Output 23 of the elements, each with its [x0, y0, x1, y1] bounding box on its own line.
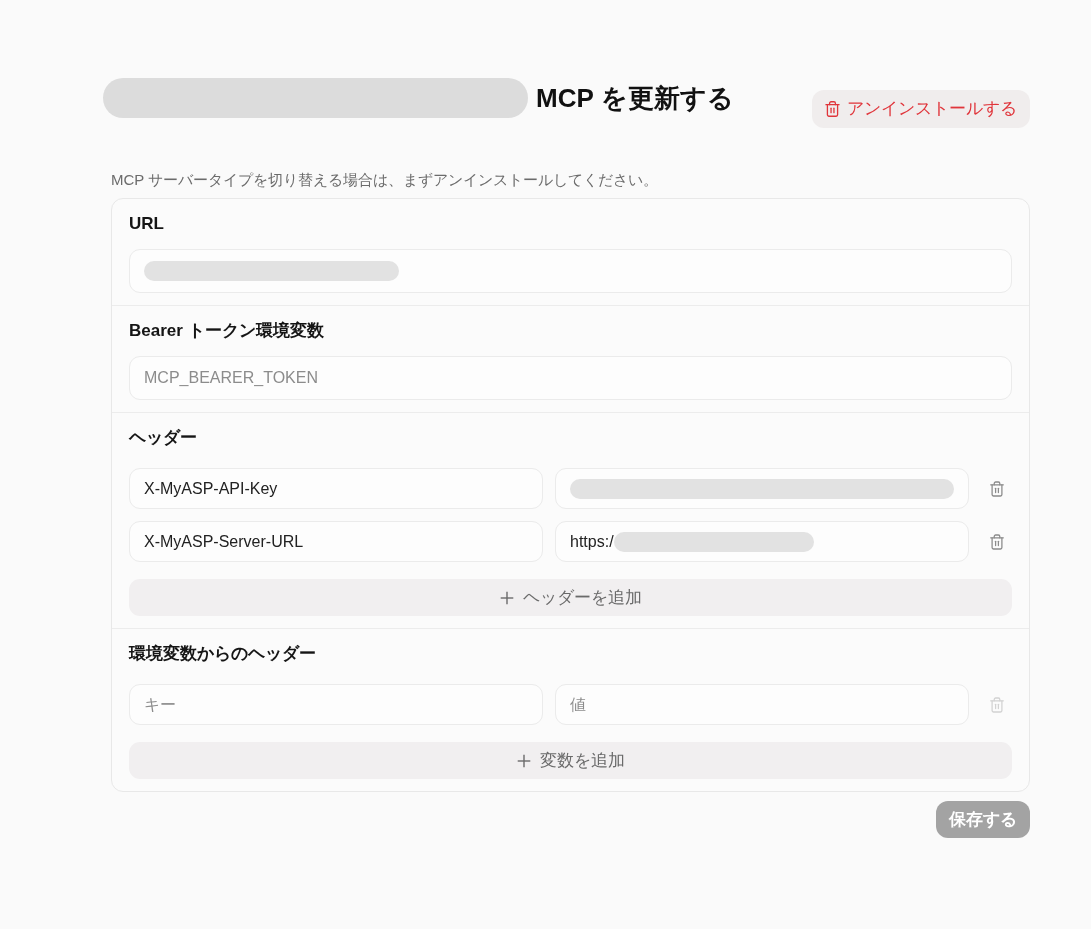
section-label: URL — [129, 213, 164, 235]
trash-icon — [989, 480, 1004, 497]
trash-icon — [989, 696, 1004, 713]
notice-text: MCP サーバータイプを切り替える場合は、まずアンインストールしてください。 — [111, 170, 659, 190]
value-field[interactable]: 値 — [555, 684, 969, 725]
add-button[interactable]: 変数を追加 — [129, 742, 1012, 779]
key-field[interactable]: キー — [129, 684, 543, 725]
value-field[interactable]: https:/ — [555, 521, 969, 562]
uninstall-button[interactable]: アンインストールする — [812, 90, 1030, 128]
section-label: Bearer トークン環境変数 — [129, 320, 324, 342]
plus-icon — [499, 590, 514, 605]
trash-icon — [825, 101, 840, 117]
text-field[interactable]: MCP_BEARER_TOKEN — [129, 356, 1012, 400]
add-button[interactable]: ヘッダーを追加 — [129, 579, 1012, 616]
trash-icon — [989, 533, 1004, 550]
text-field[interactable] — [129, 249, 1012, 293]
section-label: ヘッダー — [129, 427, 197, 449]
value-field[interactable] — [555, 468, 969, 509]
page-title: MCP を更新する — [536, 85, 734, 111]
section-label: 環境変数からのヘッダー — [129, 643, 316, 665]
key-field[interactable]: X-MyASP-API-Key — [129, 468, 543, 509]
key-field[interactable]: X-MyASP-Server-URL — [129, 521, 543, 562]
plus-icon — [516, 753, 531, 768]
